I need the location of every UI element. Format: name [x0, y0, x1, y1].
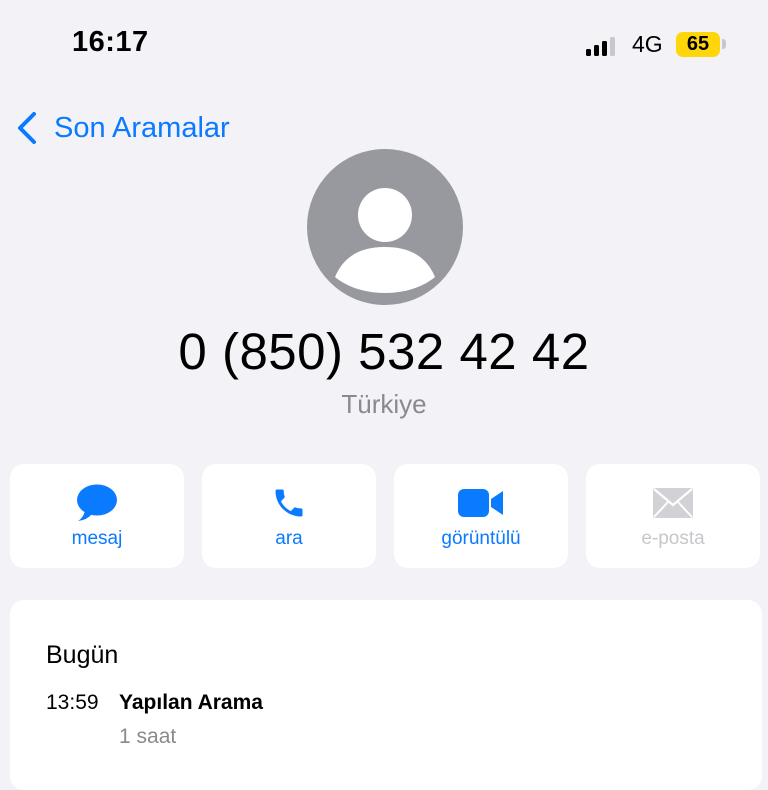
message-button[interactable]: mesaj	[10, 464, 184, 568]
call-time: 13:59	[46, 691, 99, 714]
envelope-icon	[653, 488, 693, 518]
phone-number: 0 (850) 532 42 42	[178, 323, 590, 380]
battery-level: 65	[686, 33, 710, 55]
message-bubble-icon	[77, 484, 117, 521]
email-button[interactable]: e-posta	[586, 464, 760, 568]
call-label: ara	[275, 528, 303, 549]
video-call-button[interactable]: görüntülü	[394, 464, 568, 568]
country-label: Türkiye	[341, 389, 427, 419]
cellular-signal-icon	[586, 36, 616, 56]
call-button[interactable]: ara	[202, 464, 376, 568]
email-label: e-posta	[641, 528, 705, 549]
call-type: Yapılan Arama	[119, 691, 263, 714]
back-label: Son Aramalar	[54, 111, 230, 144]
message-label: mesaj	[71, 528, 123, 549]
chevron-left-icon	[18, 112, 36, 144]
person-placeholder-icon	[335, 188, 435, 293]
video-call-label: görüntülü	[441, 528, 521, 549]
back-button[interactable]: Son Aramalar	[14, 108, 230, 148]
video-camera-icon	[458, 489, 503, 517]
status-time: 16:17	[72, 26, 149, 58]
contact-avatar	[307, 149, 463, 305]
battery-icon: 65	[676, 32, 720, 57]
call-relative-time: 1 saat	[119, 725, 177, 748]
battery-tip	[722, 39, 726, 49]
phone-icon	[275, 489, 303, 517]
section-title: Bugün	[46, 641, 119, 669]
network-type: 4G	[632, 31, 663, 57]
